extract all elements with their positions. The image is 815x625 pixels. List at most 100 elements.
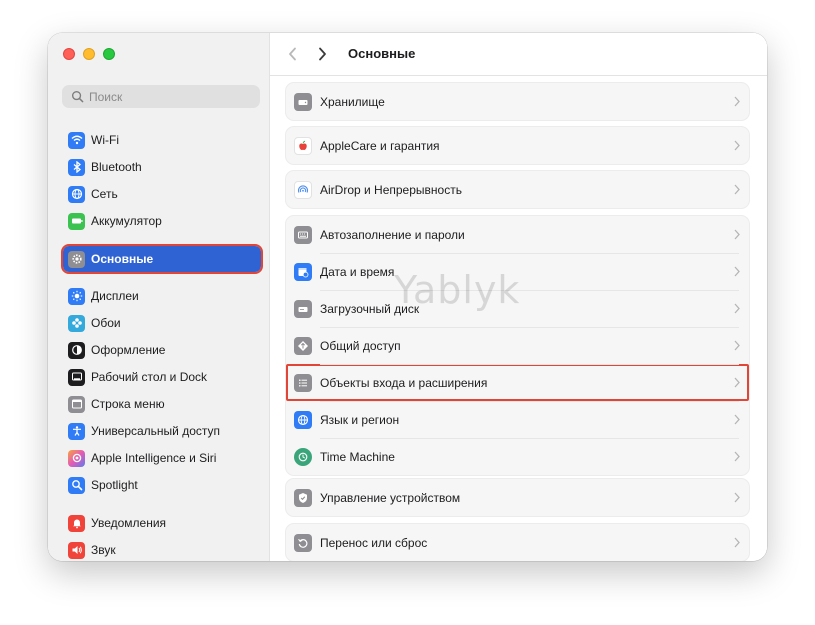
sidebar-item-label: Обои xyxy=(91,316,121,330)
sidebar-item-label: Строка меню xyxy=(91,397,165,411)
sidebar-item-desktop-dock[interactable]: Рабочий стол и Dock xyxy=(63,364,261,390)
row-applecare[interactable]: AppleCare и гарантия xyxy=(286,127,749,164)
forward-button[interactable] xyxy=(314,45,330,63)
flower-icon xyxy=(68,314,85,332)
settings-group-transfer-reset: Перенос или сброс xyxy=(285,523,750,561)
sidebar-item-menubar[interactable]: Строка меню xyxy=(63,391,261,417)
sidebar-item-wifi[interactable]: Wi-Fi xyxy=(63,127,261,153)
sidebar-item-label: Основные xyxy=(91,252,154,266)
sidebar-item-label: Apple Intelligence и Siri xyxy=(91,451,217,465)
chevron-right-icon xyxy=(734,414,740,425)
disk-icon xyxy=(294,299,312,318)
checkmark-shield-icon xyxy=(294,488,312,507)
sidebar-item-siri[interactable]: Apple Intelligence и Siri xyxy=(63,445,261,471)
row-sharing[interactable]: Общий доступ xyxy=(286,327,749,364)
chevron-right-icon xyxy=(734,451,740,462)
row-label: AirDrop и Непрерывность xyxy=(320,182,462,197)
sidebar: Wi-Fi Bluetooth Сеть Аккум xyxy=(48,33,270,561)
settings-group-device-management: Управление устройством xyxy=(285,478,750,517)
row-startup-disk[interactable]: Загрузочный диск xyxy=(286,290,749,327)
sidebar-item-notifications[interactable]: Уведомления xyxy=(63,510,261,536)
reset-icon xyxy=(294,533,312,552)
row-label: Автозаполнение и пароли xyxy=(320,227,465,242)
row-label: Дата и время xyxy=(320,264,395,279)
row-label: Загрузочный диск xyxy=(320,301,420,316)
wifi-icon xyxy=(68,131,85,149)
chevron-right-icon xyxy=(734,184,740,195)
row-airdrop[interactable]: AirDrop и Непрерывность xyxy=(286,171,749,208)
sun-icon xyxy=(68,287,85,305)
row-time-machine[interactable]: Time Machine xyxy=(286,438,749,475)
sidebar-item-label: Wi-Fi xyxy=(91,133,119,147)
row-device-management[interactable]: Управление устройством xyxy=(286,479,749,516)
row-label: Объекты входа и расширения xyxy=(320,375,488,390)
chevron-right-icon xyxy=(734,340,740,351)
row-label: Перенос или сброс xyxy=(320,535,428,550)
globe-icon xyxy=(68,185,85,203)
row-autofill-passwords[interactable]: Автозаполнение и пароли xyxy=(286,216,749,253)
airdrop-icon xyxy=(294,180,312,199)
settings-window: Wi-Fi Bluetooth Сеть Аккум xyxy=(48,33,767,561)
menubar-icon xyxy=(68,395,85,413)
row-storage[interactable]: Хранилище xyxy=(286,83,749,120)
sidebar-item-spotlight[interactable]: Spotlight xyxy=(63,472,261,498)
chevron-right-icon xyxy=(734,229,740,240)
row-label: Управление устройством xyxy=(320,490,461,505)
chevron-right-icon xyxy=(734,377,740,388)
zoom-button[interactable] xyxy=(103,48,115,60)
back-button[interactable] xyxy=(284,45,300,63)
window-controls xyxy=(63,48,115,60)
sidebar-item-label: Уведомления xyxy=(91,516,167,530)
row-language-region[interactable]: Язык и регион xyxy=(286,401,749,438)
chevron-right-icon xyxy=(734,303,740,314)
chevron-right-icon xyxy=(734,140,740,151)
sidebar-item-displays[interactable]: Дисплеи xyxy=(63,283,261,309)
sidebar-item-accessibility[interactable]: Универсальный доступ xyxy=(63,418,261,444)
close-button[interactable] xyxy=(63,48,75,60)
sidebar-item-bluetooth[interactable]: Bluetooth xyxy=(63,154,261,180)
settings-group-general: Автозаполнение и пароли Дата и время Заг… xyxy=(285,215,750,476)
sidebar-item-wallpaper[interactable]: Обои xyxy=(63,310,261,336)
minimize-button[interactable] xyxy=(83,48,95,60)
accessibility-icon xyxy=(68,422,85,440)
search-input[interactable] xyxy=(89,89,249,104)
bluetooth-icon xyxy=(68,158,85,176)
row-label: Хранилище xyxy=(320,94,385,109)
sidebar-item-label: Дисплеи xyxy=(91,289,139,303)
speaker-icon xyxy=(68,541,85,559)
sidebar-item-label: Сеть xyxy=(91,187,118,201)
storage-icon xyxy=(294,92,312,111)
sidebar-item-battery[interactable]: Аккумулятор xyxy=(63,208,261,234)
list-icon xyxy=(294,373,312,392)
chevron-right-icon xyxy=(734,492,740,503)
appearance-icon xyxy=(68,341,85,359)
row-label: Общий доступ xyxy=(320,338,401,353)
sidebar-item-label: Spotlight xyxy=(91,478,138,492)
row-login-items-extensions[interactable]: Объекты входа и расширения xyxy=(286,364,749,401)
row-date-time[interactable]: Дата и время xyxy=(286,253,749,290)
settings-group-applecare: AppleCare и гарантия xyxy=(285,126,750,165)
row-label: AppleCare и гарантия xyxy=(320,138,440,153)
sidebar-item-label: Bluetooth xyxy=(91,160,142,174)
battery-icon xyxy=(68,212,85,230)
settings-group-airdrop: AirDrop и Непрерывность xyxy=(285,170,750,209)
sidebar-item-appearance[interactable]: Оформление xyxy=(63,337,261,363)
chevron-left-icon xyxy=(288,47,296,61)
search-icon xyxy=(71,90,84,103)
search-icon xyxy=(68,476,85,494)
chevron-right-icon xyxy=(734,96,740,107)
sidebar-item-label: Аккумулятор xyxy=(91,214,162,228)
sidebar-item-label: Универсальный доступ xyxy=(91,424,221,438)
gear-icon xyxy=(68,250,85,268)
search-field[interactable] xyxy=(62,85,260,108)
sidebar-item-sound[interactable]: Звук xyxy=(63,537,261,561)
row-label: Time Machine xyxy=(320,449,395,464)
calendar-clock-icon xyxy=(294,262,312,281)
chevron-right-icon xyxy=(734,266,740,277)
sidebar-item-general[interactable]: Основные xyxy=(61,244,263,274)
sidebar-item-network[interactable]: Сеть xyxy=(63,181,261,207)
chevron-right-icon xyxy=(318,47,326,61)
row-transfer-reset[interactable]: Перенос или сброс xyxy=(286,524,749,561)
main-content: Основные Хранилище AppleCare и гарантия xyxy=(270,33,767,561)
time-machine-icon xyxy=(294,447,312,466)
